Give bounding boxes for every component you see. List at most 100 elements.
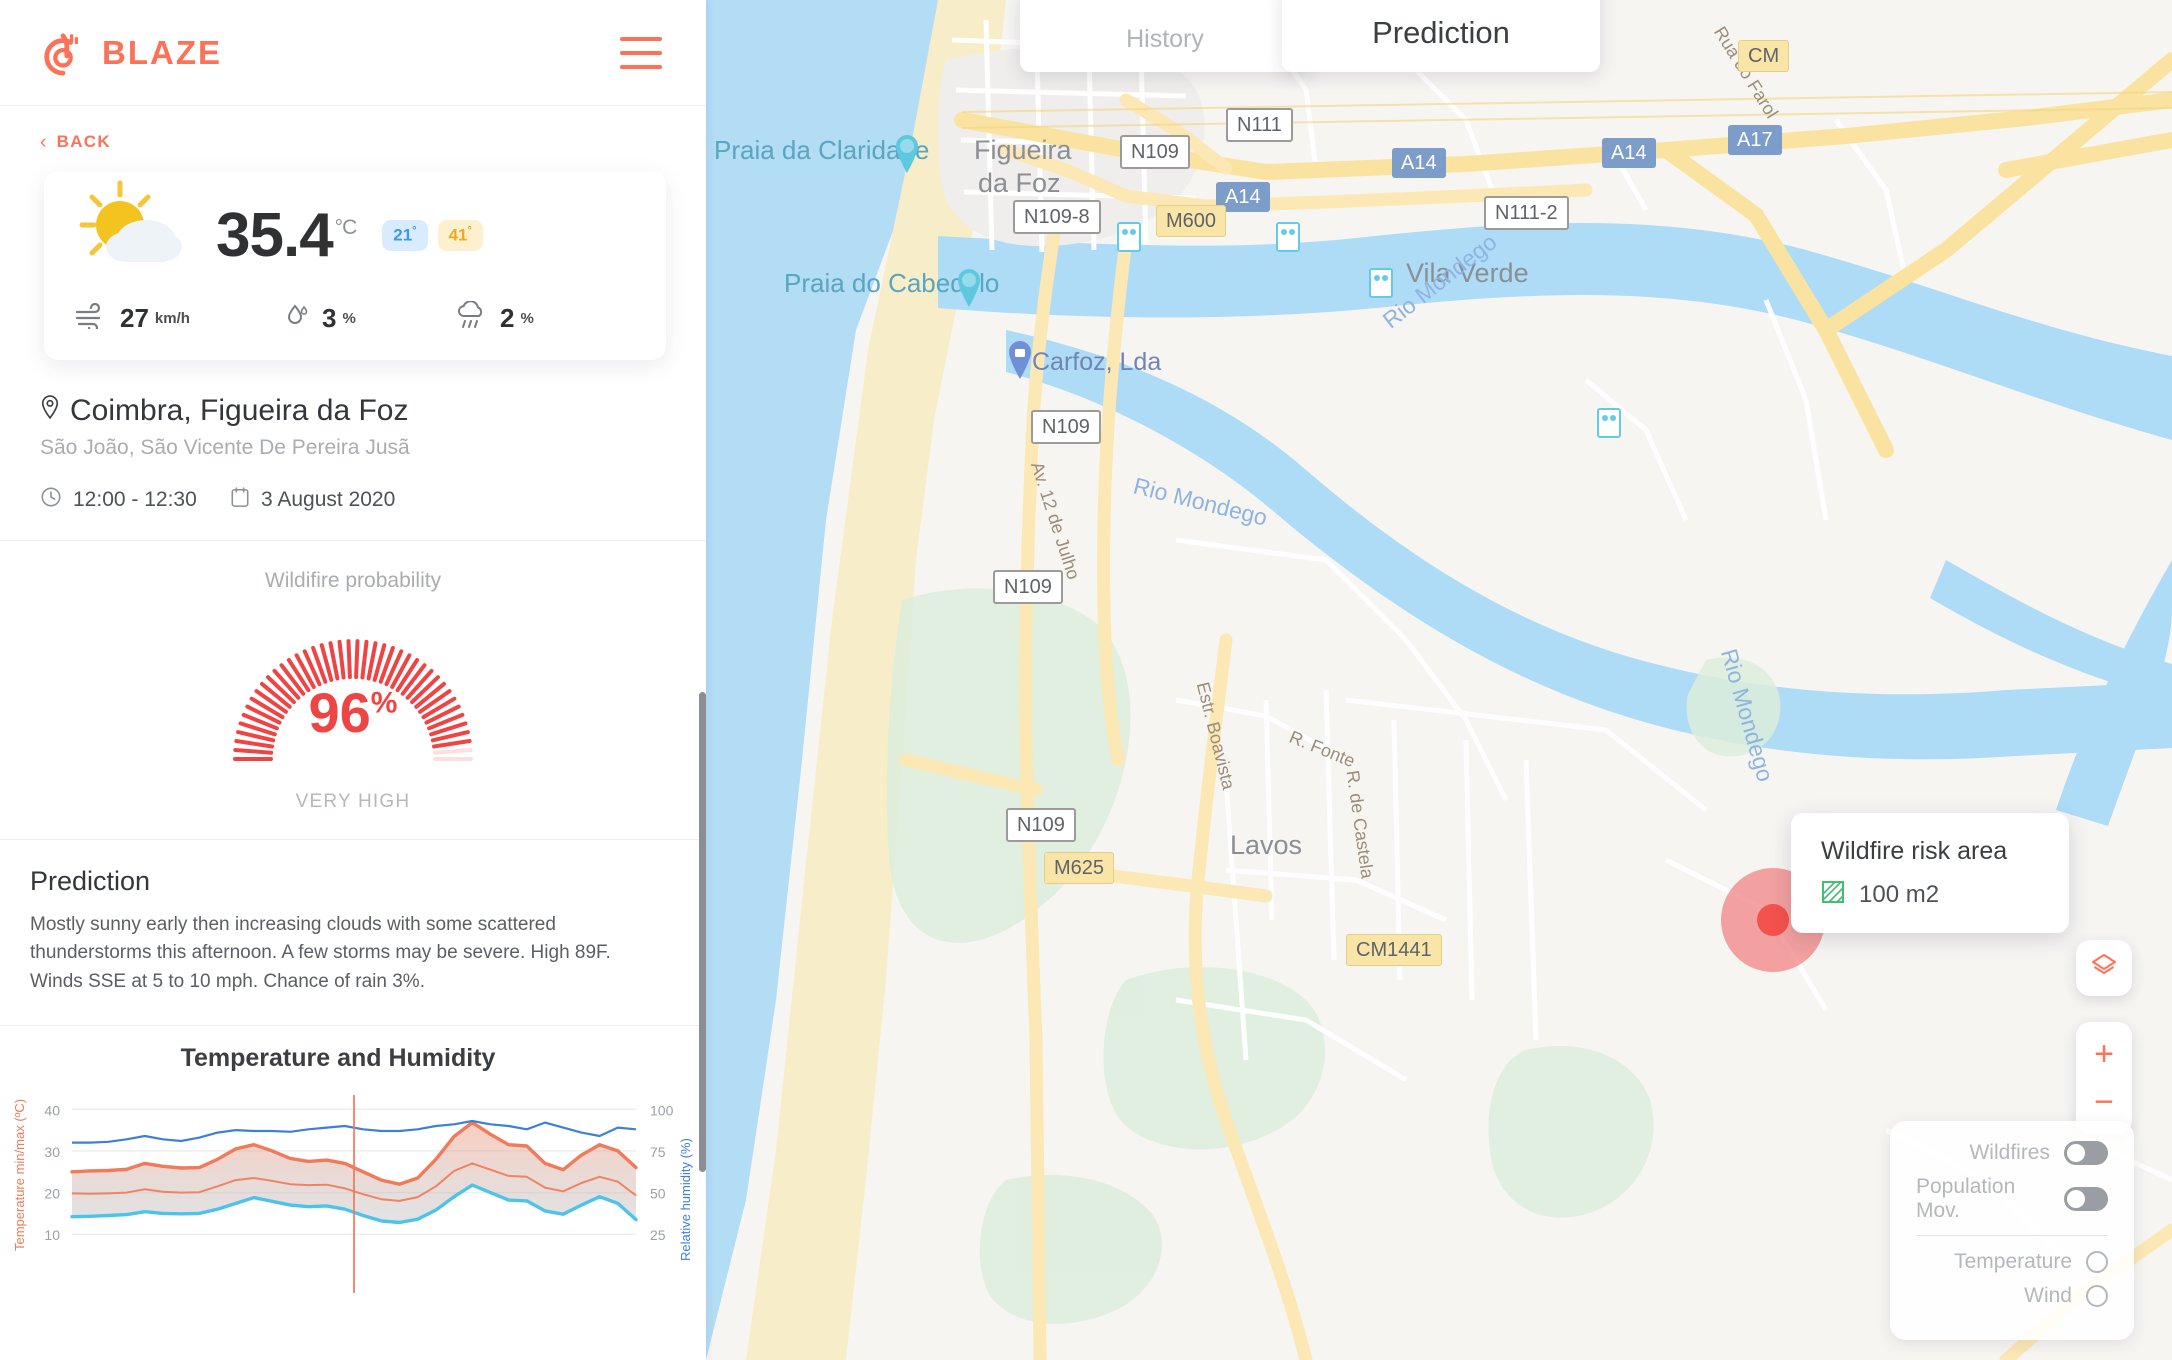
transit-station-icon[interactable]: [1369, 268, 1393, 298]
tab-history[interactable]: History: [1020, 0, 1310, 72]
rain-value: 2: [500, 302, 515, 333]
transit-station-icon[interactable]: [1276, 222, 1300, 252]
calendar-icon: [230, 486, 250, 514]
svg-text:Relative humidity (%): Relative humidity (%): [678, 1138, 693, 1261]
business-poi-pin[interactable]: [1005, 340, 1035, 380]
map-layer-toggle-panel: Wildfires Population Mov. Temperature Wi…: [1890, 1121, 2134, 1340]
sidebar-scrollbar-thumb[interactable]: [699, 692, 706, 1172]
radio-wind[interactable]: [2086, 1285, 2108, 1307]
tab-prediction[interactable]: Prediction: [1282, 0, 1600, 72]
transit-station-icon[interactable]: [1597, 408, 1621, 438]
weather-metrics-row: 27 km/h 3 % 2 %: [74, 299, 636, 336]
weather-card: 35.4°C 21° 41° 27 km/h 3 % 2 %: [44, 170, 666, 360]
sun-behind-cloud-icon: [68, 175, 208, 275]
svg-text:25: 25: [650, 1227, 666, 1243]
toggle-wildfires[interactable]: [2064, 1141, 2108, 1165]
temperature-value: 35.4: [216, 200, 334, 270]
layer-label-wind: Wind: [2024, 1284, 2072, 1307]
back-label: BACK: [56, 132, 111, 151]
humidity-unit: %: [342, 309, 356, 327]
prediction-text: Mostly sunny early then increasing cloud…: [30, 913, 611, 993]
layer-row-wildfires[interactable]: Wildfires: [1916, 1141, 2108, 1165]
map-road-shield: N111-2: [1484, 196, 1569, 230]
map-zoom-controls: + −: [2076, 1022, 2132, 1134]
map-road-shield: N109-8: [1013, 200, 1101, 234]
layer-row-population[interactable]: Population Mov.: [1916, 1175, 2108, 1223]
sidebar-panel: BLAZE ‹ BACK 35.4°C 21° 41° 27 km/h 3 % …: [0, 0, 706, 1360]
location-title: Coimbra, Figueira da Foz: [70, 393, 409, 427]
toggle-population-mov[interactable]: [2064, 1187, 2108, 1211]
gauge-state-label: VERY HIGH: [295, 790, 411, 812]
chart-title: Temperature and Humidity: [180, 1044, 496, 1073]
back-row: ‹ BACK: [0, 106, 706, 163]
sidebar-scroll-area: ‹ BACK 35.4°C 21° 41° 27 km/h 3 % 2 % Co…: [0, 106, 706, 1360]
humidity-metric: 3 %: [284, 303, 454, 334]
svg-text:10: 10: [44, 1227, 60, 1243]
svg-text:40: 40: [44, 1102, 60, 1118]
app-root: BLAZE ‹ BACK 35.4°C 21° 41° 27 km/h 3 % …: [0, 0, 2172, 1360]
temperature-range-chips: 21° 41°: [382, 220, 483, 251]
map-road-shield: N109: [993, 570, 1063, 604]
map-pin-icon: [40, 394, 60, 428]
beach-poi-pin[interactable]: [954, 268, 984, 308]
risk-tooltip-area-row: 100 m2: [1821, 880, 2033, 909]
temperature-humidity-chart: Temperature and Humidity 10 20 30 40 25 50 75 1…: [0, 1026, 706, 1294]
humidity-value: 3: [322, 302, 337, 333]
location-title-row: Coimbra, Figueira da Foz: [40, 394, 666, 428]
svg-text:50: 50: [650, 1186, 666, 1202]
svg-text:20: 20: [44, 1186, 60, 1202]
max-temperature-chip: 41°: [437, 220, 483, 251]
wind-metric: 27 km/h: [74, 302, 284, 334]
time-range-item: 12:00 - 12:30: [40, 486, 230, 514]
gauge-label: Wildifire probability: [264, 568, 442, 592]
chart-canvas: 10 20 30 40 25 50 75 100 Temperature min/max (ºC…: [0, 1083, 706, 1294]
svg-text:30: 30: [44, 1144, 60, 1160]
map-road-shield: M625: [1044, 852, 1115, 884]
map-road-shield: N109: [1120, 135, 1190, 169]
zoom-out-button[interactable]: −: [2094, 1085, 2114, 1119]
location-meta: 12:00 - 12:30 3 August 2020: [40, 486, 666, 514]
map-layers-button[interactable]: [2076, 940, 2132, 996]
hamburger-menu-icon[interactable]: [620, 36, 662, 69]
prediction-block: Prediction Mostly sunny early then incre…: [0, 840, 706, 1026]
brand-name: BLAZE: [102, 33, 222, 71]
transit-station-icon[interactable]: [1117, 222, 1141, 252]
temperature-unit: °C: [334, 215, 358, 239]
clock-icon: [40, 486, 62, 514]
back-button[interactable]: ‹ BACK: [40, 132, 111, 152]
map-tabs: History Prediction: [1020, 0, 1600, 72]
svg-text:Temperature min/max (ºC): Temperature min/max (ºC): [12, 1099, 27, 1251]
map-road-shield: N109: [1006, 808, 1076, 842]
svg-text:75: 75: [650, 1144, 666, 1160]
risk-center-dot: [1757, 904, 1789, 936]
rain-unit: %: [520, 309, 534, 327]
wildfire-risk-tooltip: Wildfire risk area 100 m2: [1791, 813, 2069, 933]
layer-label-population: Population Mov.: [1916, 1175, 2016, 1222]
location-subtitle: São João, São Vicente De Pereira Jusã: [40, 435, 410, 459]
risk-tooltip-title: Wildfire risk area: [1821, 837, 2008, 865]
time-range: 12:00 - 12:30: [73, 487, 197, 511]
map-panel[interactable]: History Prediction Figueira da Foz Vila Ve…: [706, 0, 2172, 1360]
map-road-shield: A17: [1728, 125, 1782, 155]
map-road-shield: A14: [1392, 148, 1446, 178]
rain-cloud-icon: [454, 299, 488, 336]
probability-gauge: 96%: [193, 607, 513, 777]
layer-row-wind[interactable]: Wind: [1916, 1284, 2108, 1308]
chart-plot: 10 20 30 40 25 50 75 100 Temperature min/max (ºC…: [12, 1095, 693, 1294]
sidebar-scrollbar-track[interactable]: [699, 212, 706, 1360]
brand-bar: BLAZE: [0, 0, 706, 106]
radio-temperature[interactable]: [2086, 1251, 2108, 1273]
flame-drop-icon: [40, 30, 86, 76]
layer-label-temperature: Temperature: [1954, 1250, 2072, 1273]
date-item: 3 August 2020: [230, 486, 395, 514]
map-road-shield: A14: [1602, 138, 1656, 168]
hatched-area-icon: [1821, 880, 1845, 909]
map-road-shield: M600: [1156, 205, 1227, 237]
wildfire-probability-block: Wildifire probability 96% VERY HIGH: [0, 541, 706, 839]
date-value: 3 August 2020: [261, 487, 396, 511]
layer-row-temperature[interactable]: Temperature: [1916, 1250, 2108, 1274]
zoom-in-button[interactable]: +: [2094, 1037, 2114, 1071]
layer-label-wildfires: Wildfires: [1969, 1141, 2050, 1164]
beach-poi-pin[interactable]: [892, 134, 922, 174]
layers-icon: [2090, 952, 2118, 985]
